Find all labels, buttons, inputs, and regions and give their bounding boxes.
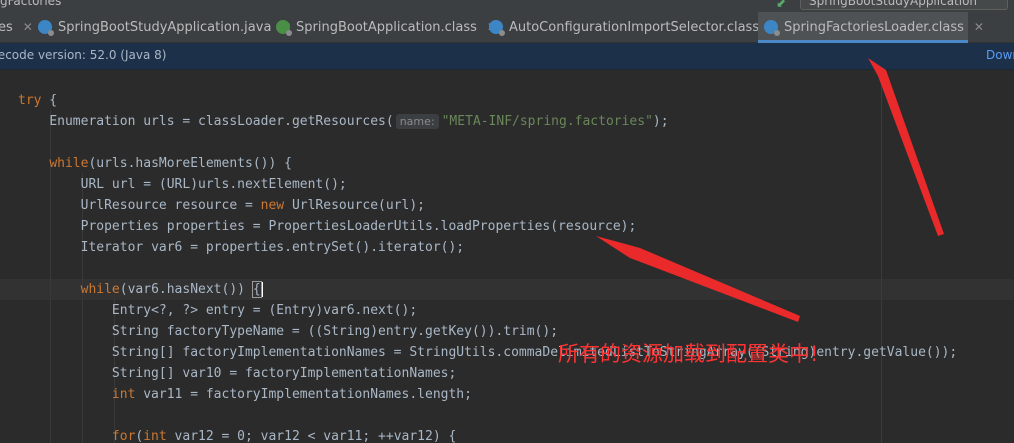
code-line: try { [18, 93, 58, 108]
code-line: int var11 = factoryImplementationNames.l… [111, 387, 472, 402]
code-line: Enumeration urls = classLoader.getResour… [49, 114, 669, 129]
code-line: Iterator var6 = properties.entrySet().it… [80, 240, 465, 255]
annotation-text: 所有的资源加载到配置类中! [558, 342, 819, 366]
source-code: try { Enumeration urls = classLoader.get… [18, 90, 957, 443]
tab-springfactoriesloader[interactable]: SpringFactoriesLoader.class ✕ [758, 12, 984, 43]
bytecode-version-text: ytecode version: 52.0 (Java 8) [0, 48, 167, 62]
class-file-icon [489, 20, 505, 36]
annotation-class-icon [276, 20, 292, 36]
editor-tab-bar: es ✕ SpringBootStudyApplication.java ✕ S… [0, 12, 1014, 43]
decompiler-banner: ytecode version: 52.0 (Java 8) Down [0, 43, 1014, 70]
code-line: Entry<?, ?> entry = (Entry)var6.next(); [111, 303, 418, 318]
parameter-hint: name: [395, 114, 439, 129]
text-caret [261, 282, 263, 297]
tab-label: SpringFactoriesLoader.class [784, 19, 964, 35]
run-configuration-select[interactable]: SpringBootStudyApplication [800, 0, 1008, 10]
code-line: UrlResource resource = new UrlResource(u… [80, 198, 426, 213]
download-sources-link[interactable]: Down [986, 48, 1014, 62]
code-editor[interactable]: try { Enumeration urls = classLoader.get… [0, 70, 1014, 443]
tab-label: SpringBootStudyApplication.java [58, 19, 272, 35]
close-icon[interactable]: ✕ [23, 20, 33, 34]
code-line: while(urls.hasMoreElements()) { [49, 156, 292, 171]
tab-label: es [0, 19, 13, 35]
code-line: while(var6.hasNext()) { [80, 281, 263, 298]
tab-springbootstudyapplication[interactable]: SpringBootStudyApplication.java ✕ [38, 12, 291, 42]
class-file-icon [38, 20, 54, 36]
tab-partial[interactable]: es ✕ [0, 12, 33, 42]
class-file-icon [764, 20, 780, 36]
code-line: Properties properties = PropertiesLoader… [80, 219, 637, 234]
tab-label: AutoConfigurationImportSelector.class [509, 19, 760, 35]
close-icon[interactable]: ✕ [974, 20, 984, 34]
tab-springbootapplication[interactable]: SpringBootApplication.class ✕ [276, 12, 497, 42]
matched-brace: { [251, 281, 262, 298]
code-line: URL url = (URL)urls.nextElement(); [80, 177, 347, 192]
top-toolbar: gFactories ⬋ SpringBootStudyApplication [0, 0, 1014, 12]
tab-autoconfigurationimportselector[interactable]: AutoConfigurationImportSelector.class ✕ [489, 12, 779, 42]
breadcrumb[interactable]: gFactories [0, 0, 61, 8]
tab-label: SpringBootApplication.class [296, 19, 477, 35]
code-line: for(int var12 = 0; var12 < var11; ++var1… [111, 429, 457, 443]
build-icon[interactable]: ⬋ [776, 0, 786, 10]
